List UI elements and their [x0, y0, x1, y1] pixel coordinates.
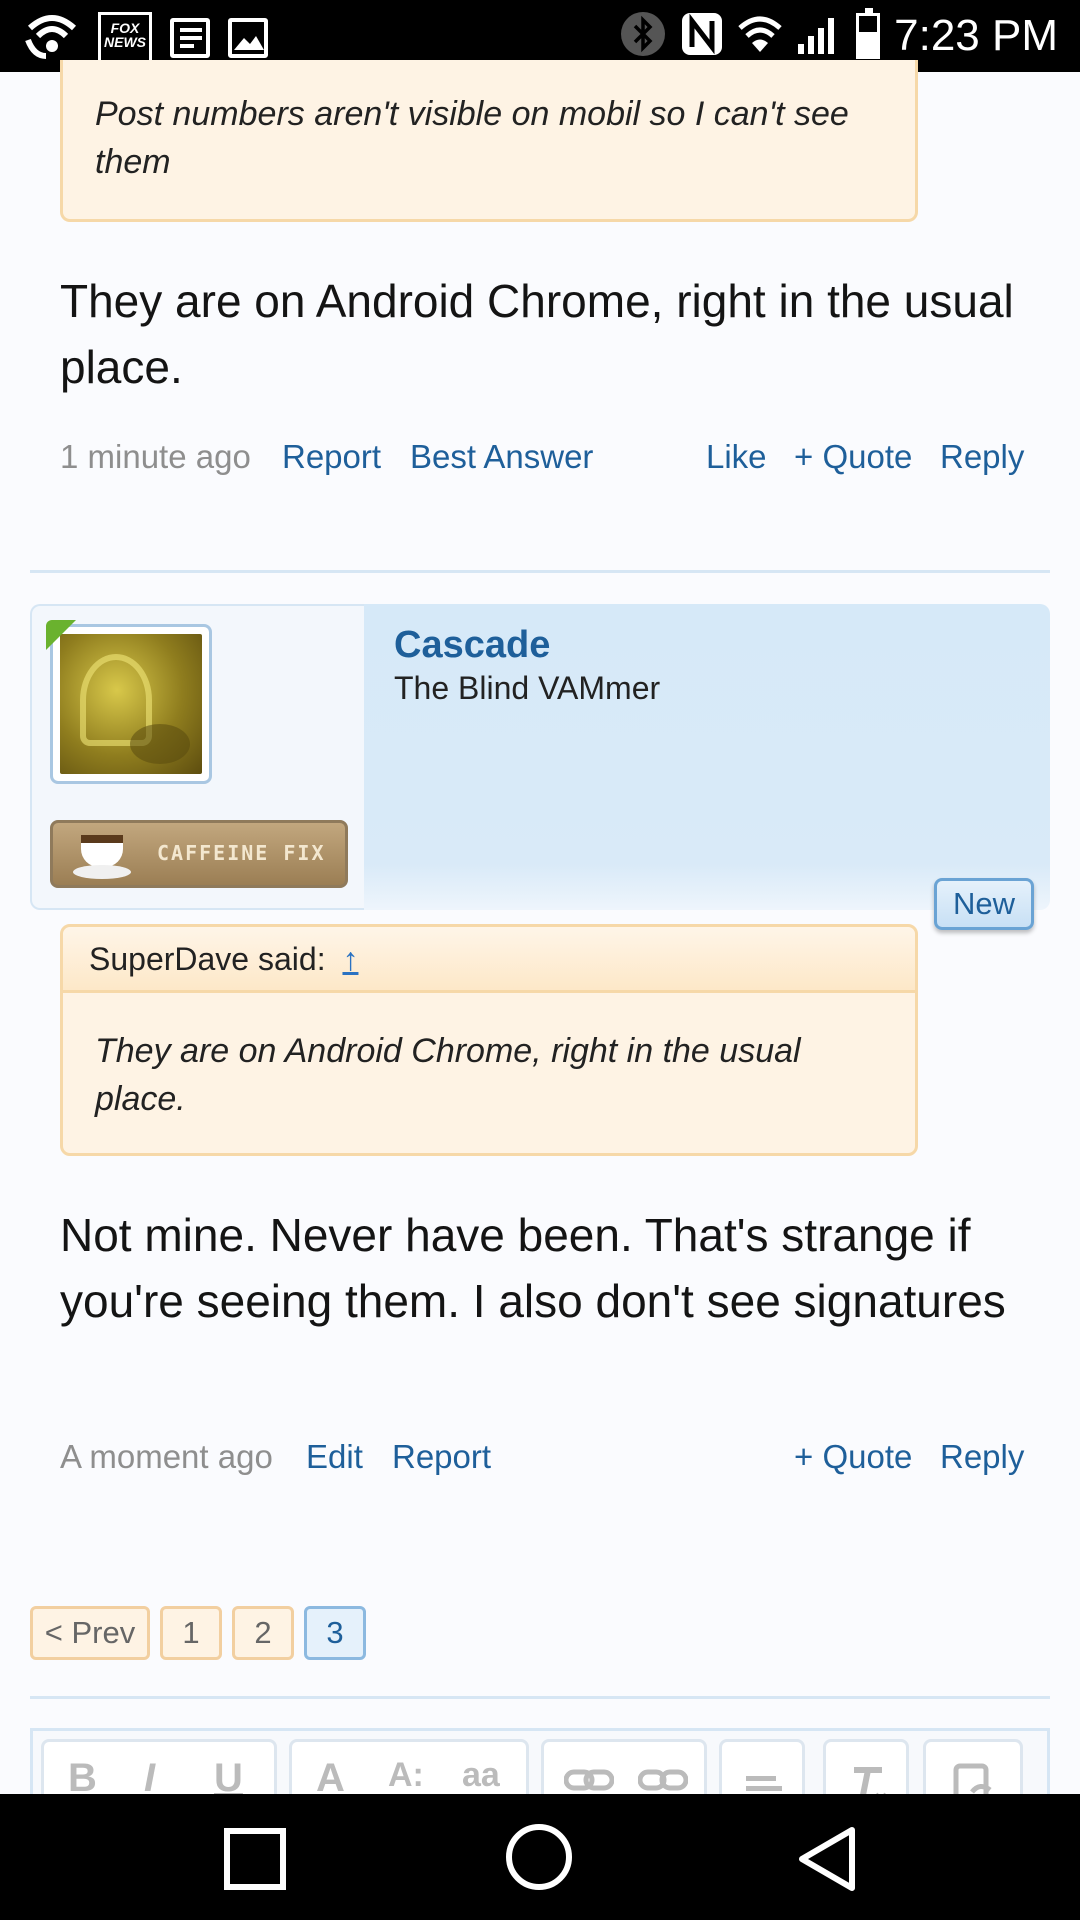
- post-time-2: A moment ago: [60, 1438, 273, 1475]
- like-link[interactable]: Like: [706, 432, 767, 482]
- edit-link[interactable]: Edit: [306, 1432, 363, 1482]
- quote-text: Post numbers aren't visible on mobil so …: [95, 95, 849, 181]
- user-sidebar: CAFFEINE FIX: [30, 604, 364, 910]
- avatar-image: [60, 634, 202, 774]
- wifi-icon: [738, 14, 782, 59]
- battery-icon: [856, 8, 881, 59]
- page-2-button[interactable]: 2: [232, 1606, 294, 1660]
- post-actions-2: A moment ago Edit Report + Quote Reply: [60, 1432, 1024, 1482]
- image-icon: [228, 17, 268, 58]
- new-badge: New: [934, 878, 1034, 930]
- report-link[interactable]: Report: [282, 432, 381, 482]
- post-actions: 1 minute ago Report Best Answer Like + Q…: [60, 432, 1024, 482]
- post-divider: [30, 570, 1050, 573]
- user-title: The Blind VAMmer: [394, 670, 661, 706]
- reply-link-2[interactable]: Reply: [940, 1432, 1024, 1482]
- font-size-button[interactable]: A:: [388, 1756, 424, 1795]
- font-family-button[interactable]: aa: [462, 1756, 500, 1795]
- page-1-button[interactable]: 1: [160, 1606, 222, 1660]
- navigation-bar: [0, 1794, 1080, 1920]
- badge-label: CAFFEINE FIX: [157, 841, 326, 865]
- back-icon[interactable]: [794, 1824, 860, 1899]
- best-answer-link[interactable]: Best Answer: [410, 432, 593, 482]
- bluetooth-icon: [620, 11, 666, 62]
- wifi-call-icon: [24, 10, 80, 65]
- quote-link[interactable]: + Quote: [794, 432, 912, 482]
- reply-link[interactable]: Reply: [940, 432, 1024, 482]
- quote-block-2: SuperDave said: ↑ They are on Android Ch…: [60, 924, 918, 1156]
- post-message-2: Not mine. Never have been. That's strang…: [60, 1209, 1006, 1327]
- username-link[interactable]: Cascade: [394, 624, 550, 667]
- coffee-cup-icon: [73, 829, 131, 881]
- quote-author: SuperDave said:: [89, 941, 326, 977]
- home-icon[interactable]: [506, 1824, 572, 1890]
- caffeine-fix-badge: CAFFEINE FIX: [50, 820, 348, 888]
- prev-page-button[interactable]: < Prev: [30, 1606, 150, 1660]
- online-indicator-icon: [46, 620, 76, 650]
- pagination: < Prev 1 2 3: [30, 1606, 366, 1660]
- pager-divider: [30, 1696, 1050, 1699]
- quote-block: Post numbers aren't visible on mobil so …: [60, 60, 918, 222]
- page-3-button[interactable]: 3: [304, 1606, 366, 1660]
- quote-text: They are on Android Chrome, right in the…: [95, 1032, 801, 1118]
- quote-header: SuperDave said: ↑: [63, 927, 915, 993]
- jump-to-quote-icon[interactable]: ↑: [342, 941, 358, 977]
- fox-news-icon: FOX NEWS: [98, 11, 152, 64]
- notes-icon: [170, 17, 210, 58]
- recent-apps-icon[interactable]: [224, 1828, 286, 1890]
- signal-icon: [796, 12, 842, 61]
- user-info-block: CAFFEINE FIX Cascade The Blind VAMmer: [30, 604, 1050, 910]
- screen: FOX NEWS 7:23 PM Post numbers aren't vis…: [0, 0, 1080, 1920]
- report-link-2[interactable]: Report: [392, 1432, 491, 1482]
- post-time: 1 minute ago: [60, 438, 251, 475]
- nfc-icon: [680, 11, 724, 62]
- quote-link-2[interactable]: + Quote: [794, 1432, 912, 1482]
- clock: 7:23 PM: [894, 11, 1058, 60]
- post-message: They are on Android Chrome, right in the…: [60, 275, 1014, 393]
